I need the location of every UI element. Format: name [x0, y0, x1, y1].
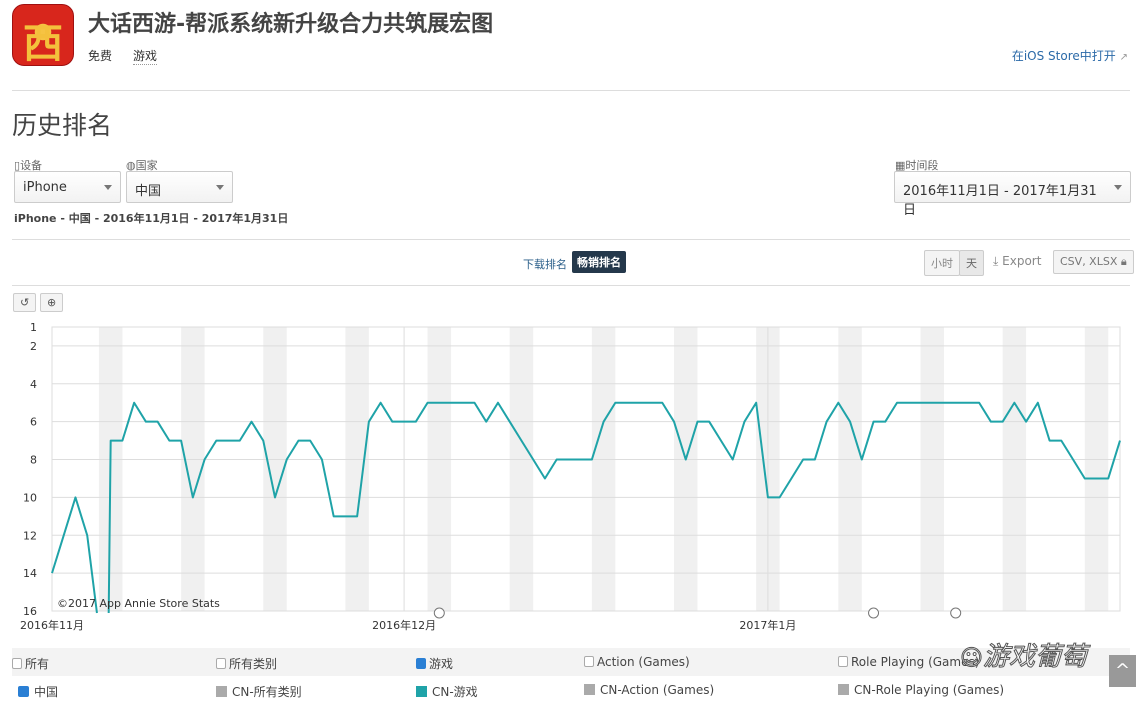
- period-select[interactable]: 2016年11月1日 - 2017年1月31日: [894, 171, 1131, 218]
- series-legend-item[interactable]: CN-Action (Games): [584, 683, 714, 697]
- divider: [12, 239, 1130, 240]
- period-value: 2016年11月1日 - 2017年1月31日: [903, 184, 1097, 218]
- category-link[interactable]: 游戏: [133, 47, 158, 65]
- wechat-icon: ☺: [960, 646, 984, 672]
- y-tick-label: 1: [30, 321, 37, 334]
- legend-swatch: [838, 684, 849, 695]
- category-label: 游戏: [429, 657, 454, 671]
- chart-credit: ©2017 App Annie Store Stats: [57, 597, 220, 610]
- y-tick-label: 4: [30, 378, 37, 391]
- checkbox-icon: [838, 656, 848, 667]
- zoom-button[interactable]: ⊕: [40, 293, 64, 312]
- zoom-in-icon: ⊕: [47, 296, 57, 309]
- legend-swatch: [416, 686, 427, 697]
- y-tick-label: 16: [23, 605, 37, 618]
- category-checkbox[interactable]: Action (Games): [584, 655, 690, 669]
- country-value: 中国: [135, 184, 162, 199]
- rank-chart[interactable]: 12468101214162016年11月 2016年12月 2017年1月 ©20…: [0, 318, 1136, 638]
- category-checkbox[interactable]: 所有: [12, 655, 49, 672]
- chevron-down-icon: [104, 185, 112, 190]
- weekend-band: [509, 327, 534, 611]
- annotation-bubble-icon[interactable]: [433, 607, 445, 619]
- checkbox-icon: [416, 658, 426, 669]
- series-label: CN-Role Playing (Games): [854, 683, 1005, 697]
- y-tick-label: 14: [23, 567, 37, 580]
- weekend-band: [920, 327, 944, 611]
- series-legend-item[interactable]: CN-Role Playing (Games): [838, 683, 1004, 697]
- x-tick-label: 2016年11月: [20, 618, 84, 632]
- annotation-bubble-icon[interactable]: [868, 607, 880, 619]
- undo-icon: ↺: [20, 296, 30, 309]
- hour-button[interactable]: 小时: [924, 250, 960, 276]
- category-checkbox[interactable]: 游戏: [416, 655, 453, 672]
- weekend-band: [427, 327, 452, 611]
- series-legend-item[interactable]: CN-所有类别: [216, 683, 302, 700]
- day-button[interactable]: 天: [959, 250, 984, 276]
- open-ios-store-link[interactable]: 在iOS Store中打开 ↗: [1012, 47, 1128, 64]
- chevron-down-icon: [216, 185, 224, 190]
- x-tick-label: 2016年12月: [372, 618, 436, 632]
- y-tick-label: 8: [30, 454, 37, 467]
- chevron-up-icon: ^: [1114, 660, 1131, 681]
- price-tag: 免费: [88, 49, 113, 63]
- checkbox-icon: [216, 658, 226, 669]
- export-label: Export: [1002, 254, 1042, 268]
- category-checkbox[interactable]: Role Playing (Games): [838, 655, 979, 669]
- device-select[interactable]: iPhone: [14, 171, 121, 203]
- divider: [12, 90, 1130, 91]
- weekend-band: [1084, 327, 1109, 611]
- series-label: CN-所有类别: [232, 685, 302, 699]
- series-legend-item[interactable]: 中国: [18, 683, 58, 700]
- app-icon: 西: [12, 4, 74, 67]
- x-tick-label: 2017年1月: [739, 618, 796, 632]
- country-select[interactable]: 中国: [126, 171, 233, 203]
- legend-swatch: [216, 686, 227, 697]
- lock-icon: 🔒︎: [1120, 255, 1127, 268]
- divider: [12, 285, 1130, 286]
- open-ios-store-label: 在iOS Store中打开: [1011, 49, 1116, 63]
- app-icon-logo: 西: [23, 20, 63, 67]
- tab-grossing[interactable]: 畅销排名: [572, 251, 626, 273]
- legend-swatch: [18, 686, 29, 697]
- weekend-band: [591, 327, 616, 611]
- series-label: CN-游戏: [432, 685, 478, 699]
- series-line-cn-games: [51, 401, 1121, 614]
- series-label: CN-Action (Games): [600, 683, 715, 697]
- chevron-down-icon: [1114, 185, 1122, 190]
- watermark: ☺游戏葡萄: [960, 642, 1088, 673]
- category-label: 所有: [25, 657, 50, 671]
- checkbox-icon: [584, 656, 594, 667]
- weekend-band: [1002, 327, 1027, 611]
- page-title: 历史排名: [12, 111, 113, 140]
- checkbox-icon: [12, 658, 22, 669]
- device-value: iPhone: [23, 180, 67, 195]
- csv-xlsx-button[interactable]: CSV, XLSX 🔒︎: [1053, 250, 1134, 274]
- category-checkbox[interactable]: 所有类别: [216, 655, 277, 672]
- scroll-to-top-button[interactable]: ^: [1109, 655, 1136, 687]
- filter-summary: iPhone - 中国 - 2016年11月1日 - 2017年1月31日: [14, 212, 289, 225]
- y-tick-label: 6: [30, 416, 37, 429]
- series-legend: 中国 CN-所有类别 CN-游戏 CN-Action (Games) CN-Role P…: [12, 676, 1130, 704]
- plot-border: [51, 326, 1121, 612]
- external-link-icon: ↗: [1119, 52, 1128, 63]
- format-label: CSV, XLSX: [1060, 255, 1118, 268]
- series-label: 中国: [34, 685, 59, 699]
- category-label: 所有类别: [229, 657, 278, 671]
- category-label: Action (Games): [597, 655, 690, 669]
- reset-zoom-button[interactable]: ↺: [13, 293, 37, 312]
- download-icon: ⤓: [993, 254, 999, 268]
- legend-swatch: [584, 684, 595, 695]
- weekend-band: [838, 327, 862, 611]
- annotation-bubble-icon[interactable]: [950, 607, 962, 619]
- series-legend-item[interactable]: CN-游戏: [416, 683, 478, 700]
- tab-downloads[interactable]: 下载排名: [523, 256, 567, 272]
- weekend-band: [345, 327, 369, 611]
- export-button[interactable]: ⤓ Export: [993, 254, 1041, 269]
- y-tick-label: 10: [23, 491, 37, 504]
- y-tick-label: 12: [23, 529, 37, 542]
- y-tick-label: 2: [30, 340, 37, 353]
- app-title: 大话西游-帮派系统新升级合力共筑展宏图: [88, 12, 494, 37]
- weekend-band: [674, 327, 698, 611]
